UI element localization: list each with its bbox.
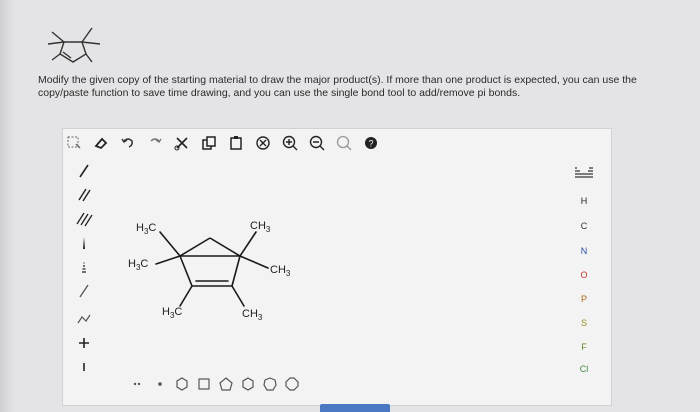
help-button[interactable]: ? bbox=[359, 132, 383, 154]
ring-tool-cyclopentane[interactable] bbox=[216, 374, 236, 394]
dot-icon bbox=[158, 382, 162, 386]
plus-charge-icon bbox=[79, 338, 89, 348]
molecule-structure bbox=[155, 231, 269, 307]
ring-bond-right bbox=[231, 255, 241, 287]
hash-bond-tool[interactable] bbox=[64, 256, 104, 278]
svg-text:?: ? bbox=[368, 139, 373, 149]
periodic-table-icon bbox=[575, 167, 593, 178]
undo-button[interactable] bbox=[116, 132, 140, 154]
paste-icon bbox=[230, 136, 242, 150]
bond-c1-methyl-top bbox=[159, 231, 181, 257]
label-ch3-right[interactable]: CH3 bbox=[270, 264, 290, 278]
positive-charge-tool[interactable] bbox=[64, 332, 104, 354]
label-h3c-mid[interactable]: H3C bbox=[128, 258, 148, 272]
bond-tools bbox=[64, 160, 104, 390]
double-bond-icon bbox=[78, 188, 91, 202]
element-f[interactable]: F bbox=[566, 342, 602, 358]
cyclopentane-icon bbox=[219, 377, 233, 391]
ring-tool-cyclobutane[interactable] bbox=[194, 374, 214, 394]
element-o[interactable]: O bbox=[566, 270, 602, 286]
ring-tools bbox=[128, 374, 328, 394]
copy-button[interactable] bbox=[197, 132, 221, 154]
cyclooctane-icon bbox=[285, 377, 299, 391]
single-bond-tool[interactable] bbox=[64, 160, 104, 182]
element-n[interactable]: N bbox=[566, 246, 602, 262]
ring-bond-apex-left bbox=[179, 237, 211, 257]
paste-button[interactable] bbox=[224, 132, 248, 154]
ring-tool-cyclohexane[interactable] bbox=[238, 374, 258, 394]
cut-button[interactable] bbox=[170, 132, 194, 154]
starting-material-preview bbox=[47, 27, 101, 63]
label-ch3-top[interactable]: CH3 bbox=[250, 220, 270, 234]
cyclohexane-icon bbox=[242, 377, 254, 391]
element-h[interactable]: H bbox=[566, 196, 602, 212]
double-bond-tool[interactable] bbox=[64, 184, 104, 206]
clean-icon bbox=[336, 135, 352, 151]
bond-c2-methyl-right bbox=[239, 255, 269, 269]
ring-tool-more[interactable] bbox=[128, 374, 148, 394]
element-cl[interactable]: Cl bbox=[566, 364, 602, 380]
chain-tool[interactable] bbox=[64, 308, 104, 330]
element-p[interactable]: P bbox=[566, 294, 602, 310]
erase-icon bbox=[94, 137, 108, 150]
ring-tool-cyclooctane[interactable] bbox=[282, 374, 302, 394]
label-h3c-top[interactable]: H3C bbox=[136, 222, 156, 236]
ring-bond-apex-right bbox=[209, 237, 241, 257]
question-text: Modify the given copy of the starting ma… bbox=[38, 74, 678, 100]
zoom-out-button[interactable] bbox=[305, 132, 329, 154]
cut-icon bbox=[174, 137, 188, 151]
more-dots-icon bbox=[133, 382, 141, 386]
wavy-bond-icon bbox=[79, 284, 89, 298]
hash-bond-icon bbox=[82, 262, 86, 273]
erase-button[interactable] bbox=[89, 132, 113, 154]
submit-button-edge[interactable] bbox=[320, 404, 390, 412]
triple-bond-tool[interactable] bbox=[64, 208, 104, 230]
element-s[interactable]: S bbox=[566, 318, 602, 334]
bond-c2-methyl-top bbox=[239, 231, 257, 257]
ring-bond-left bbox=[179, 255, 193, 287]
window-edge-shadow bbox=[0, 0, 14, 412]
wedge-bond-tool[interactable] bbox=[64, 232, 104, 254]
label-h3c-bottom[interactable]: H3C bbox=[162, 306, 182, 320]
wedge-bond-icon bbox=[83, 237, 85, 249]
benzene-ring-icon bbox=[176, 377, 188, 391]
element-c[interactable]: C bbox=[566, 221, 602, 237]
drawing-canvas[interactable]: H3C H3C H3C CH3 CH3 CH3 bbox=[108, 158, 558, 368]
zoom-in-icon bbox=[282, 135, 298, 151]
chain-icon bbox=[77, 314, 91, 324]
clean-button[interactable] bbox=[332, 132, 356, 154]
bond-c1-methyl-mid bbox=[155, 255, 181, 265]
redo-icon bbox=[150, 138, 162, 143]
select-lasso-icon bbox=[67, 136, 81, 149]
undo-icon bbox=[121, 138, 133, 148]
copy-icon bbox=[202, 136, 216, 150]
zoom-out-icon bbox=[309, 135, 325, 151]
ring-tool-benzene[interactable] bbox=[172, 374, 192, 394]
element-panel: H C N O P S F Cl bbox=[566, 166, 602, 386]
periodic-table-button[interactable] bbox=[566, 166, 602, 182]
question-line-1: Modify the given copy of the starting ma… bbox=[38, 74, 637, 86]
zoom-fit-button[interactable] bbox=[251, 132, 275, 154]
redo-button[interactable] bbox=[143, 132, 167, 154]
wavy-bond-tool[interactable] bbox=[64, 280, 104, 302]
label-ch3-bottom[interactable]: CH3 bbox=[242, 308, 262, 322]
triple-bond-icon bbox=[76, 212, 93, 227]
editor-toolbar: ? bbox=[62, 132, 462, 154]
single-bond-icon bbox=[79, 164, 89, 178]
ring-tool-cycloheptane[interactable] bbox=[260, 374, 280, 394]
zoom-fit-icon bbox=[256, 136, 270, 150]
ring-tool-cyclopropane[interactable] bbox=[150, 374, 170, 394]
help-icon: ? bbox=[365, 137, 377, 149]
bond-c3-methyl bbox=[231, 285, 245, 307]
minus-charge-icon bbox=[83, 363, 85, 371]
cycloheptane-icon bbox=[263, 377, 277, 391]
cyclobutane-icon bbox=[198, 378, 210, 390]
question-line-2: copy/paste function to save time drawing… bbox=[38, 87, 521, 99]
zoom-in-button[interactable] bbox=[278, 132, 302, 154]
select-lasso-button[interactable] bbox=[62, 132, 86, 154]
negative-charge-tool[interactable] bbox=[64, 356, 104, 378]
bond-c4-methyl bbox=[179, 285, 193, 307]
